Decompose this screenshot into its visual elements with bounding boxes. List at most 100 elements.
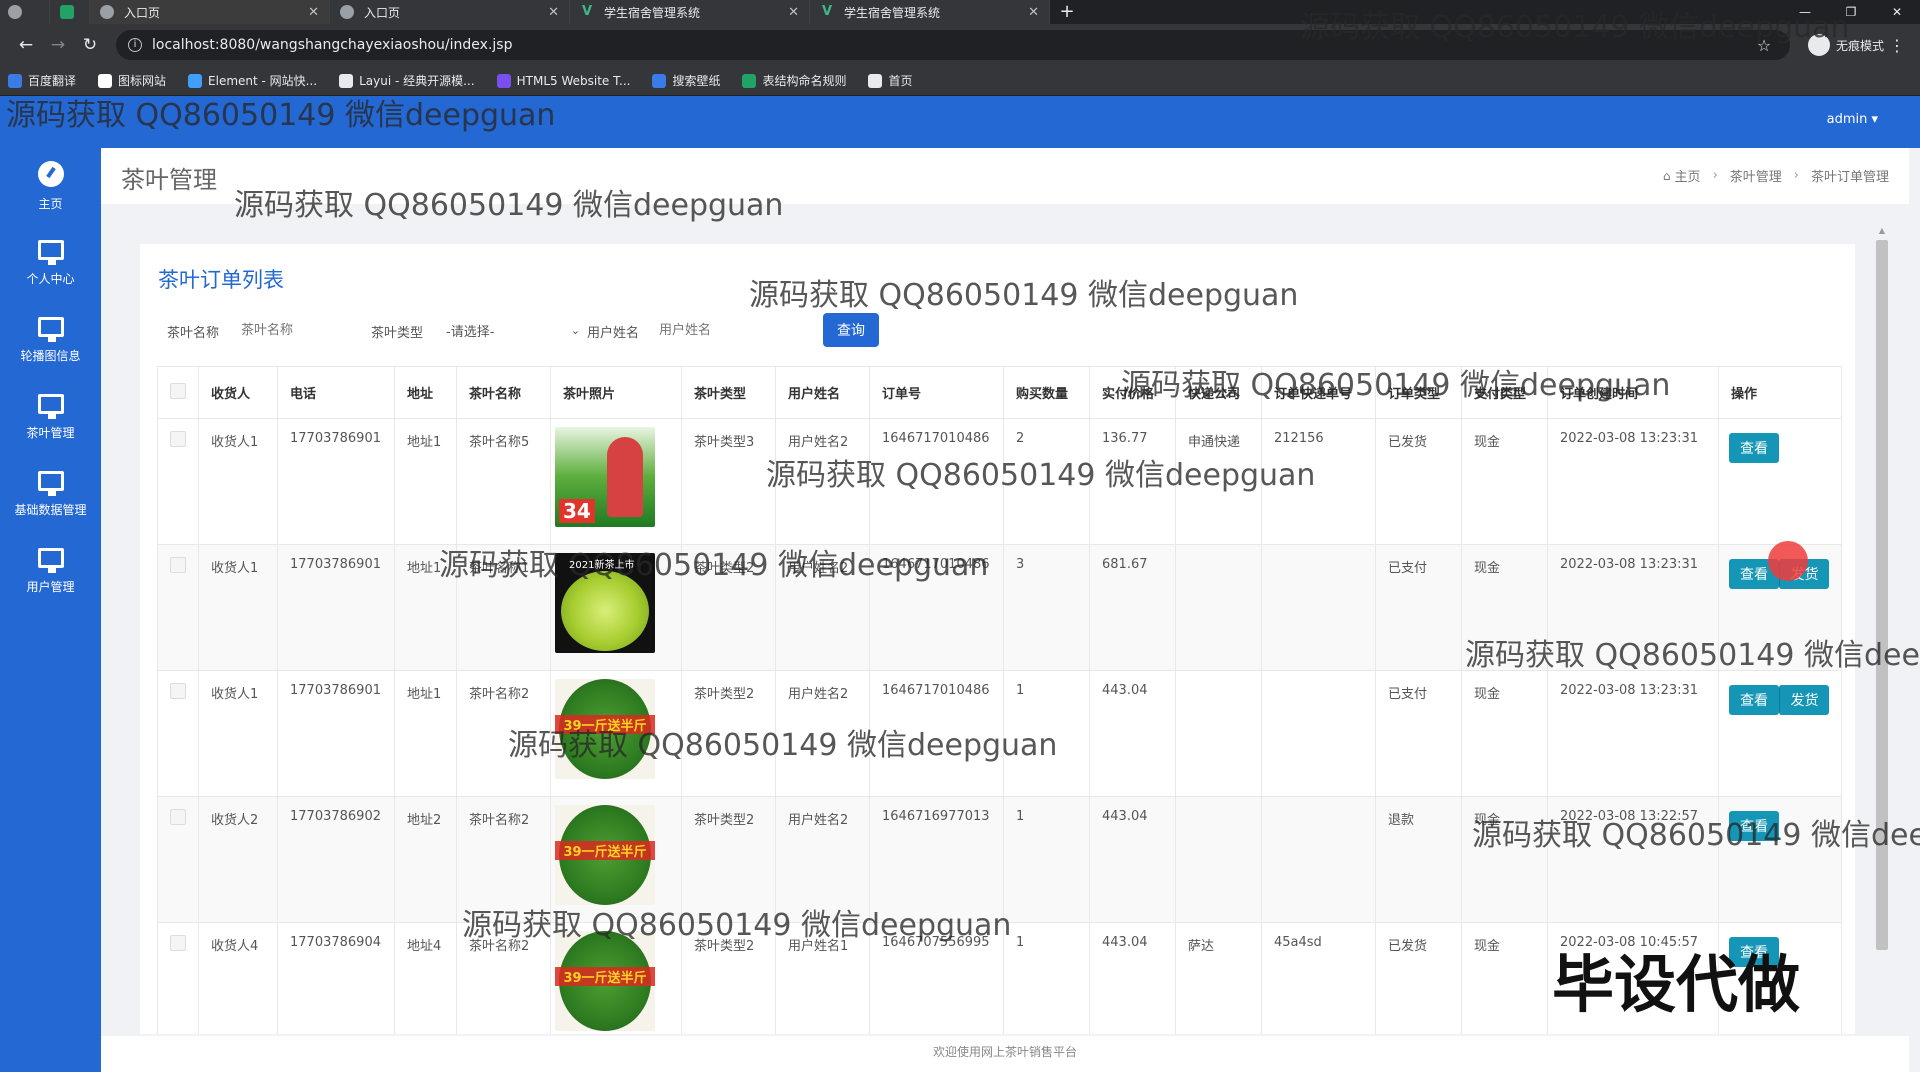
info-icon[interactable]: i <box>128 38 142 52</box>
cell-tracking <box>1261 670 1376 797</box>
close-icon[interactable]: ✕ <box>548 5 559 20</box>
bookmark-label: 搜索壁纸 <box>672 74 721 88</box>
cell-courier <box>1175 544 1262 671</box>
tea-type-label: 茶叶类型 <box>371 326 424 341</box>
bookmark-star-icon[interactable]: ☆ <box>1750 36 1778 55</box>
bookmark-item[interactable]: 首页 <box>868 72 913 89</box>
sidebar: 主页 个人中心 轮播图信息 茶叶管理 基础数据管理 用户管理 <box>0 148 101 1072</box>
cell-tea-name: 茶叶名称1 <box>456 544 551 671</box>
new-tab-button[interactable]: + <box>1050 0 1084 24</box>
column-header: 订单快递单号 <box>1261 366 1376 419</box>
monitor-icon <box>37 548 64 573</box>
cell-order-no: 1646716977013 <box>869 796 1004 923</box>
column-header: 茶叶类型 <box>681 366 776 419</box>
bookmark-icon <box>98 73 113 88</box>
bookmark-item[interactable]: Element - 网站快... <box>188 72 317 89</box>
pinned-tab[interactable] <box>50 0 90 24</box>
cell-courier <box>1175 670 1262 797</box>
bookmark-item[interactable]: 图标网站 <box>98 72 166 89</box>
browser-tab[interactable]: V 学生宿舍管理系统 ✕ <box>570 0 810 24</box>
column-header: 收货人 <box>198 366 278 419</box>
browser-tab[interactable]: V 学生宿舍管理系统 ✕ <box>810 0 1050 24</box>
search-button[interactable]: 查询 <box>823 313 879 347</box>
close-window-icon[interactable]: ✕ <box>1874 0 1920 24</box>
browser-menu-icon[interactable]: ⋮ <box>1884 36 1910 55</box>
breadcrumb-home[interactable]: 主页 <box>1675 166 1701 185</box>
row-checkbox[interactable] <box>170 683 186 699</box>
close-icon[interactable]: ✕ <box>308 5 319 20</box>
bookmark-item[interactable]: Layui - 经典开源模... <box>339 72 475 89</box>
browser-tab-bar: 入口页 ✕ 入口页 ✕ V 学生宿舍管理系统 ✕ V 学生宿舍管理系统 ✕ + — ❐ ✕ <box>0 0 1920 24</box>
tea-name-input[interactable] <box>235 314 355 346</box>
view-button[interactable]: 查看 <box>1729 811 1779 841</box>
browser-menu-tab[interactable] <box>0 0 50 24</box>
bookmark-item[interactable]: 百度翻译 <box>8 72 76 89</box>
chevron-right-icon: › <box>1793 168 1799 183</box>
cell-photo <box>550 670 682 797</box>
user-menu[interactable]: admin ▾ <box>1827 112 1878 127</box>
close-icon[interactable]: ✕ <box>788 5 799 20</box>
select-all-checkbox[interactable] <box>170 382 186 399</box>
breadcrumb-tea[interactable]: 茶叶管理 <box>1730 166 1782 185</box>
bookmark-item[interactable]: HTML5 Website T... <box>496 73 630 88</box>
tab-title: 学生宿舍管理系统 <box>844 5 941 20</box>
row-checkbox[interactable] <box>170 809 186 825</box>
cell-receiver: 收货人4 <box>198 922 278 1034</box>
cell-courier: 萨达 <box>1175 922 1262 1034</box>
column-header: 支付类型 <box>1461 366 1548 419</box>
window-controls: — ❐ ✕ <box>1782 0 1920 24</box>
minimize-icon[interactable]: — <box>1782 0 1828 24</box>
browser-tab[interactable]: 入口页 ✕ <box>330 0 570 24</box>
close-icon[interactable]: ✕ <box>1028 5 1039 20</box>
cell-address: 地址2 <box>394 796 457 923</box>
forward-icon[interactable]: → <box>42 35 74 55</box>
row-checkbox[interactable] <box>170 935 186 951</box>
sidebar-item[interactable]: 茶叶管理 <box>0 379 101 456</box>
sidebar-item[interactable]: 基础数据管理 <box>0 456 101 533</box>
cell-created: 2022-03-08 13:23:31 <box>1547 670 1719 797</box>
sidebar-item[interactable]: 个人中心 <box>0 225 101 302</box>
column-header: 茶叶照片 <box>550 366 682 419</box>
cell-actions: 查看 发货 <box>1718 670 1842 797</box>
tea-type-select[interactable]: -请选择- ⌄ <box>442 314 582 346</box>
user-name-input[interactable] <box>653 314 813 346</box>
cell-created: 2022-03-08 13:22:57 <box>1547 796 1719 923</box>
cell-tea-type: 茶叶类型2 <box>681 922 776 1034</box>
cell-tea-name: 茶叶名称2 <box>456 922 551 1034</box>
cell-photo <box>550 418 682 545</box>
row-checkbox[interactable] <box>170 557 186 573</box>
breadcrumb: ⌂ 主页 › 茶叶管理 › 茶叶订单管理 <box>1663 166 1889 185</box>
address-bar[interactable]: i localhost:8080/wangshangchayexiaoshou/… <box>116 30 1790 60</box>
row-checkbox[interactable] <box>170 431 186 447</box>
cell-qty: 2 <box>1003 418 1090 545</box>
content-scrollbar[interactable] <box>1876 240 1888 950</box>
view-button[interactable]: 查看 <box>1729 685 1779 715</box>
cell-pay-type: 现金 <box>1461 544 1548 671</box>
back-icon[interactable]: ← <box>10 35 42 55</box>
app-icon <box>60 5 74 19</box>
globe-icon <box>8 5 22 19</box>
cell-price: 681.67 <box>1089 544 1176 671</box>
bookmark-item[interactable]: 表结构命名规则 <box>742 72 846 89</box>
incognito-indicator[interactable]: 无痕模式 <box>1807 34 1884 56</box>
page-footer: 欢迎使用网上茶叶销售平台 <box>101 1036 1909 1072</box>
bookmark-item[interactable]: 搜索壁纸 <box>652 72 720 89</box>
cell-qty: 3 <box>1003 544 1090 671</box>
restore-icon[interactable]: ❐ <box>1828 0 1874 24</box>
sidebar-item[interactable]: 主页 <box>0 148 101 225</box>
view-button[interactable]: 查看 <box>1729 433 1779 463</box>
bookmarks-bar: 百度翻译 图标网站 Element - 网站快... Layui - 经典开源模...… <box>0 66 1920 96</box>
browser-tab[interactable]: 入口页 ✕ <box>90 0 330 24</box>
column-header: 地址 <box>394 366 457 419</box>
reload-icon[interactable]: ↻ <box>74 35 106 55</box>
cell-order-type: 退款 <box>1375 796 1462 923</box>
sidebar-item[interactable]: 用户管理 <box>0 533 101 610</box>
browser-toolbar: ← → ↻ i localhost:8080/wangshangchayexia… <box>0 24 1920 66</box>
sidebar-item[interactable]: 轮播图信息 <box>0 302 101 379</box>
user-name-label: 用户姓名 <box>587 326 640 341</box>
bookmark-label: Element - 网站快... <box>208 74 318 88</box>
scroll-up-icon[interactable]: ▲ <box>1876 226 1888 236</box>
ship-button[interactable]: 发货 <box>1779 685 1829 715</box>
cell-tea-type: 茶叶类型2 <box>681 544 776 671</box>
bookmark-label: 百度翻译 <box>28 74 77 88</box>
